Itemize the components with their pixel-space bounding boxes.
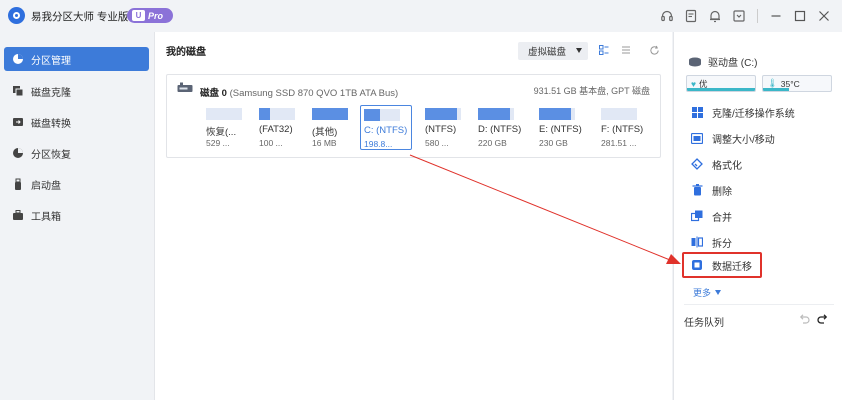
trash-icon [690,183,704,197]
titlebar-divider [757,9,758,23]
format-button[interactable]: 格式化 [686,154,832,174]
more-button[interactable]: 更多 [693,286,722,299]
redo-icon[interactable] [816,312,830,326]
virtual-disk-select[interactable]: 虚拟磁盘 [518,42,588,60]
minimize-icon[interactable] [764,6,788,26]
partition-e[interactable]: E: (NTFS) 230 GB [536,105,588,150]
app-logo [8,7,25,24]
partition-fat32[interactable]: (FAT32) 100 ... [256,105,308,150]
drive-icon [688,57,702,67]
split-button[interactable]: 拆分 [686,232,832,252]
sidebar-item-partition-manager[interactable]: 分区管理 [4,47,149,71]
app-title: 易我分区大师 专业版 [31,11,129,23]
usb-drive-icon [11,177,25,191]
hard-disk-icon [177,82,193,97]
sidebar-item-partition-recovery[interactable]: 分区恢复 [4,141,149,165]
partition-recovery[interactable]: 恢复(... 529 ... [203,105,255,150]
title-bar: 易我分区大师 专业版 U Pro [0,0,842,32]
windows-icon [690,105,704,119]
toolbox-icon [11,208,25,222]
partition-c[interactable]: C: (NTFS) 198.8... [360,105,412,150]
sidebar-item-label: 磁盘克隆 [31,87,71,99]
task-queue-label: 任务队列 [684,318,724,329]
headset-icon[interactable] [655,6,679,26]
drive-title: 驱动盘 (C:) [688,54,757,69]
resize-icon [690,131,704,145]
pro-badge[interactable]: U Pro [127,8,173,23]
merge-icon [690,209,704,223]
main-panel: 我的磁盘 虚拟磁盘 磁盘 0 (Samsung SSD 870 QVO 1TB … [154,32,672,400]
sidebar-item-boot-disk[interactable]: 启动盘 [4,172,149,196]
clone-migrate-os-button[interactable]: 克隆/迁移操作系统 [686,102,832,122]
partition-recovery-icon [11,146,25,160]
partition-ntfs[interactable]: (NTFS) 580 ... [422,105,474,150]
sidebar-item-disk-convert[interactable]: 磁盘转换 [4,110,149,134]
panel-divider [684,304,834,305]
disk-clone-icon [11,84,25,98]
grid-view-icon[interactable] [597,43,611,57]
temperature-status: 🌡 35°C [762,75,832,92]
operations-panel: 驱动盘 (C:) ♥ 优 🌡 35°C 克隆/迁移操作系统 调整大小/移动 格式化 … [673,32,842,400]
partition-f[interactable]: F: (NTFS) 281.51 ... [598,105,650,150]
sidebar-item-label: 工具箱 [31,211,61,223]
partition-other[interactable]: (其他) 16 MB [309,105,361,150]
notification-icon[interactable] [703,6,727,26]
refresh-icon[interactable] [647,43,661,57]
chevron-down-icon [715,290,722,295]
close-icon[interactable] [812,6,836,26]
pie-chart-icon [11,52,25,66]
split-icon [690,235,704,249]
sidebar-item-disk-clone[interactable]: 磁盘克隆 [4,79,149,103]
format-icon [690,157,704,171]
data-migration-button[interactable]: 数据迁移 [682,252,762,278]
page-title: 我的磁盘 [166,47,206,58]
sidebar-item-label: 启动盘 [31,180,61,192]
sidebar-item-label: 分区管理 [31,55,71,67]
disk-convert-icon [11,115,25,129]
disk-name: 磁盘 0 (Samsung SSD 870 QVO 1TB ATA Bus) [200,88,399,99]
undo-icon[interactable] [797,312,811,326]
partition-d[interactable]: D: (NTFS) 220 GB [475,105,527,150]
menu-icon[interactable] [727,6,751,26]
data-migration-icon [690,258,704,272]
sidebar-item-toolbox[interactable]: 工具箱 [4,203,149,227]
health-icon: ♥ [691,78,697,89]
delete-button[interactable]: 删除 [686,180,832,200]
list-view-icon[interactable] [619,43,633,57]
chevron-down-icon [576,48,582,53]
disk-info: 931.51 GB 基本盘, GPT 磁盘 [533,86,650,96]
sidebar-item-label: 磁盘转换 [31,118,71,130]
maximize-icon[interactable] [788,6,812,26]
sidebar-item-label: 分区恢复 [31,149,71,161]
resize-move-button[interactable]: 调整大小/移动 [686,128,832,148]
feedback-icon[interactable] [679,6,703,26]
sidebar: 分区管理 磁盘克隆 磁盘转换 分区恢复 启动盘 工具箱 [0,32,154,400]
merge-button[interactable]: 合并 [686,206,832,226]
disk-card[interactable]: 磁盘 0 (Samsung SSD 870 QVO 1TB ATA Bus) 9… [166,74,661,158]
health-status: ♥ 优 [686,75,756,92]
